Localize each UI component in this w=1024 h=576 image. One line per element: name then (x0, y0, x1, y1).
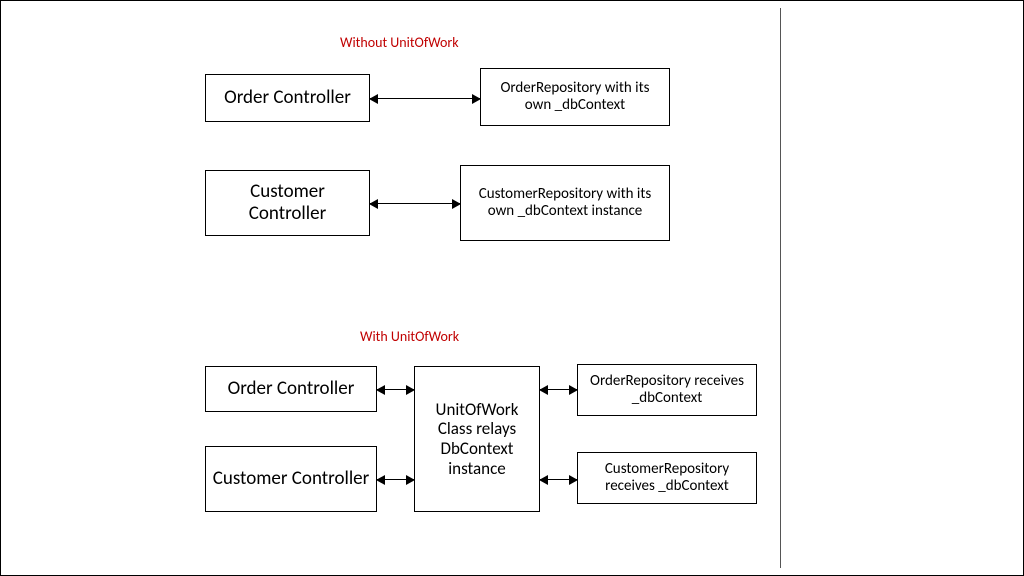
box-order-repo-2: OrderRepository receives _dbContext (577, 364, 757, 416)
arrow-uow-to-order-repo (540, 389, 577, 390)
box-customer-repo-2: CustomerRepository receives _dbContext (577, 452, 757, 504)
arrow-order-1 (370, 98, 480, 99)
box-customer-controller-1: Customer Controller (205, 170, 370, 236)
title-with-uow: With UnitOfWork (360, 328, 459, 345)
separator-vertical (780, 8, 781, 568)
box-order-controller-2: Order Controller (205, 366, 377, 412)
box-customer-repo-1: CustomerRepository with its own _dbConte… (460, 165, 670, 241)
arrow-customer-to-uow (377, 479, 414, 480)
box-order-controller-1: Order Controller (205, 74, 370, 122)
arrow-customer-1 (370, 203, 460, 204)
box-order-repo-1: OrderRepository with its own _dbContext (480, 68, 670, 126)
box-unit-of-work: UnitOfWork Class relays DbContext instan… (414, 366, 540, 512)
box-customer-controller-2: Customer Controller (205, 446, 377, 512)
arrow-order-to-uow (377, 389, 414, 390)
arrow-uow-to-customer-repo (540, 479, 577, 480)
title-without-uow: Without UnitOfWork (340, 34, 459, 51)
